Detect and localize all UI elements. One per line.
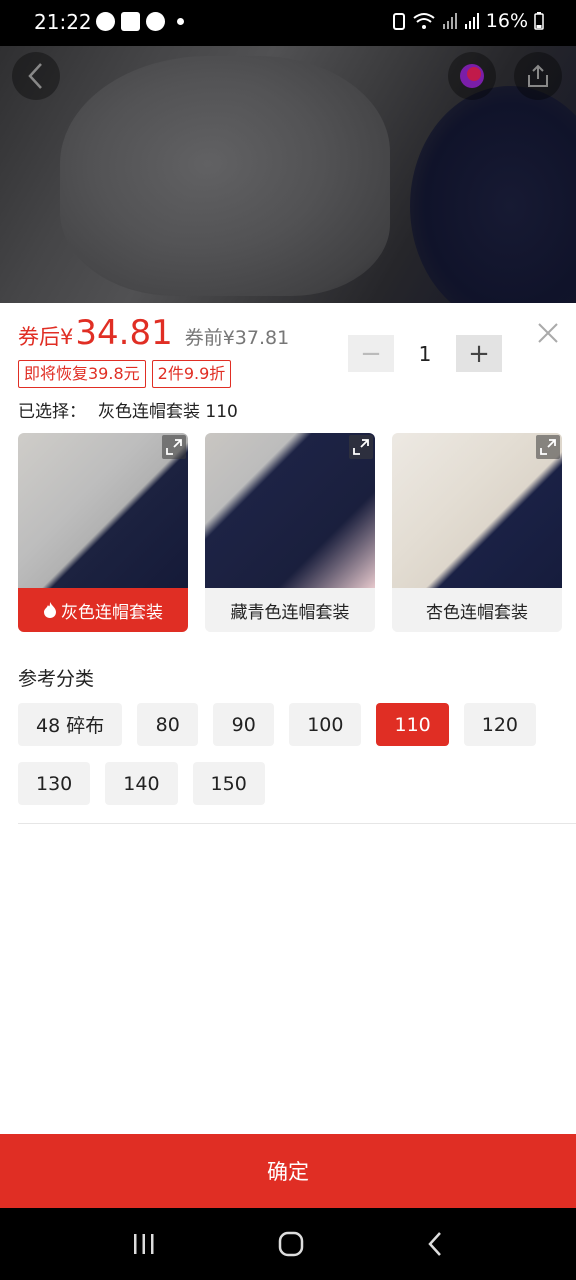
system-nav-bar xyxy=(0,1208,576,1280)
variant-list: 灰色连帽套装 藏青色连帽套装 杏色连帽套装 xyxy=(18,433,562,632)
variant-label: 藏青色连帽套装 xyxy=(230,602,350,623)
home-icon[interactable] xyxy=(278,1231,304,1257)
size-option[interactable]: 100 xyxy=(289,703,362,746)
decrease-button[interactable]: − xyxy=(348,335,394,372)
gallery-icon xyxy=(121,12,140,31)
size-option[interactable]: 130 xyxy=(18,762,91,805)
product-photo xyxy=(0,46,576,303)
back-button[interactable] xyxy=(12,52,60,100)
signal-icon xyxy=(442,13,457,29)
variant-image xyxy=(205,433,375,588)
quantity-stepper: − 1 + xyxy=(348,335,502,372)
size-option[interactable]: 48 碎布 xyxy=(18,703,123,746)
flame-icon xyxy=(44,602,56,618)
status-left-icons xyxy=(96,12,184,31)
size-section-title: 参考分类 xyxy=(18,668,95,690)
share-button[interactable] xyxy=(514,52,562,100)
size-option[interactable]: 80 xyxy=(137,703,199,746)
increase-button[interactable]: + xyxy=(456,335,502,372)
quantity-value[interactable]: 1 xyxy=(394,342,456,366)
status-right: 16% xyxy=(392,10,544,32)
confirm-button[interactable]: 确定 xyxy=(0,1134,576,1208)
status-time: 21:22 xyxy=(34,10,92,34)
share-icon xyxy=(528,64,548,87)
expand-icon[interactable] xyxy=(536,435,560,459)
dot-icon xyxy=(177,18,184,25)
size-options: 48 碎布 80 90 100 110 120 130 140 150 xyxy=(18,703,558,805)
promo-tag: 即将恢复39.8元 xyxy=(18,360,146,388)
divider xyxy=(18,823,576,824)
price-row: 券后¥ 34.81 券前¥37.81 xyxy=(18,313,289,353)
avatar[interactable] xyxy=(448,52,496,100)
expand-icon[interactable] xyxy=(349,435,373,459)
navigation-icon xyxy=(96,12,115,31)
selected-value: 灰色连帽套装 110 xyxy=(98,402,238,422)
wifi-icon xyxy=(413,13,435,29)
size-option[interactable]: 120 xyxy=(463,703,537,746)
variant-image xyxy=(392,433,562,588)
variant-label: 杏色连帽套装 xyxy=(426,602,528,623)
variant-beige[interactable]: 杏色连帽套装 xyxy=(392,433,562,632)
size-option[interactable]: 90 xyxy=(213,703,275,746)
size-option[interactable]: 140 xyxy=(105,762,178,805)
selected-summary: 已选择： 灰色连帽套装 110 xyxy=(18,397,238,422)
expand-icon[interactable] xyxy=(162,435,186,459)
original-price: 券前¥37.81 xyxy=(184,327,290,349)
close-icon[interactable] xyxy=(534,319,562,347)
recent-apps-icon[interactable] xyxy=(131,1232,157,1256)
battery-icon xyxy=(534,12,544,30)
price-value: 34.81 xyxy=(75,313,173,353)
variant-gray[interactable]: 灰色连帽套装 xyxy=(18,433,188,632)
variant-label: 灰色连帽套装 xyxy=(61,602,163,623)
selected-label: 已选择： xyxy=(18,402,86,422)
promo-tag: 2件9.9折 xyxy=(151,360,232,388)
back-icon[interactable] xyxy=(425,1231,445,1257)
status-bar: 21:22 16% xyxy=(0,0,576,46)
navigation-icon xyxy=(146,12,165,31)
variant-image xyxy=(18,433,188,588)
promo-tags: 即将恢复39.8元 2件9.9折 xyxy=(18,360,232,388)
price-prefix: 券后¥ xyxy=(18,325,74,349)
signal-icon xyxy=(464,13,479,29)
battery-percent: 16% xyxy=(485,10,528,32)
chevron-left-icon xyxy=(28,63,42,89)
size-option-selected[interactable]: 110 xyxy=(376,703,449,746)
battery-saver-icon xyxy=(392,13,405,30)
size-option[interactable]: 150 xyxy=(192,762,265,805)
sku-sheet: 券后¥ 34.81 券前¥37.81 − 1 + 即将恢复39.8元 2件9.9… xyxy=(0,303,576,1134)
variant-navy[interactable]: 藏青色连帽套装 xyxy=(205,433,375,632)
